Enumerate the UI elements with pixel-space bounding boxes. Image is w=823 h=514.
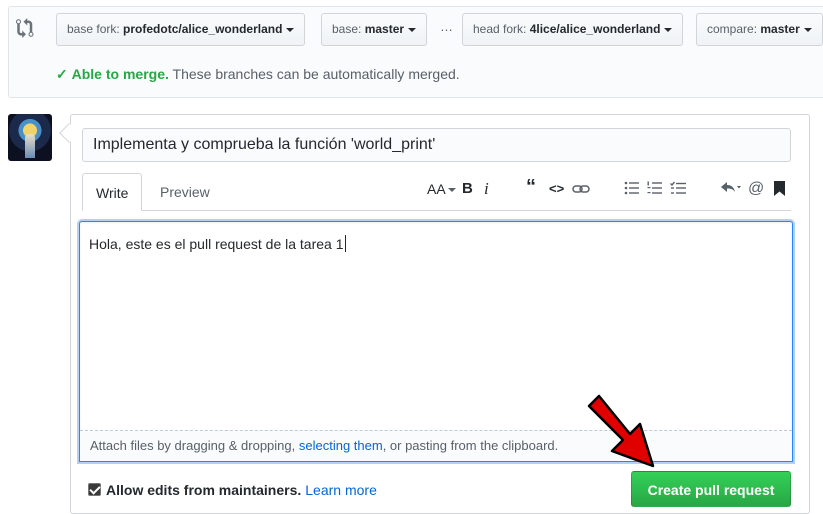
text-cursor: [344, 235, 346, 252]
pr-body-text: Hola, este es el pull request de la tare…: [89, 235, 346, 252]
bookmark-icon[interactable]: [774, 181, 785, 196]
bold-icon[interactable]: B: [462, 179, 473, 199]
create-pull-request-button[interactable]: Create pull request: [631, 471, 791, 507]
head-fork-value: 4lice/alice_wonderland: [529, 22, 661, 36]
red-arrow-annotation: [587, 394, 655, 468]
base-fork-value: profedotc/alice_wonderland: [123, 22, 283, 36]
avatar[interactable]: [8, 114, 52, 161]
base-fork-prefix: base fork:: [67, 22, 120, 36]
text-size-icon[interactable]: AA: [427, 179, 456, 199]
allow-edits-checkbox[interactable]: [88, 483, 101, 496]
ordered-list-icon[interactable]: [647, 181, 662, 195]
link-icon[interactable]: [572, 181, 590, 197]
allow-edits-row: Allow edits from maintainers. Learn more: [88, 482, 377, 498]
mention-icon[interactable]: @: [748, 179, 764, 199]
quote-icon[interactable]: “: [526, 177, 536, 197]
merge-status-text: These branches can be automatically merg…: [172, 66, 460, 82]
head-fork-prefix: head fork:: [473, 22, 527, 36]
range-ellipsis: …: [440, 19, 453, 34]
head-fork-select[interactable]: head fork: 4lice/alice_wonderland: [462, 13, 684, 46]
caret-down-icon: [664, 27, 673, 32]
task-list-icon[interactable]: [670, 181, 686, 195]
selecting-them-link[interactable]: selecting them: [299, 438, 383, 453]
italic-icon[interactable]: i: [484, 179, 489, 199]
pr-title-input[interactable]: [82, 128, 791, 162]
caret-down-icon: [803, 27, 812, 32]
attach-files-bar[interactable]: Attach files by dragging & dropping, sel…: [80, 430, 792, 461]
compare-branch-select[interactable]: compare: master: [696, 13, 823, 46]
base-fork-select[interactable]: base fork: profedotc/alice_wonderland: [56, 13, 306, 46]
tab-preview[interactable]: Preview: [147, 173, 223, 211]
merge-status: ✓ Able to merge. These branches can be a…: [56, 66, 460, 83]
caret-down-icon: [286, 27, 295, 32]
learn-more-link[interactable]: Learn more: [305, 482, 377, 498]
unordered-list-icon[interactable]: [624, 181, 639, 195]
tab-write[interactable]: Write: [82, 173, 143, 211]
allow-edits-label[interactable]: Allow edits from maintainers.: [106, 482, 301, 498]
check-icon: ✓: [56, 66, 68, 82]
base-branch-prefix: base:: [332, 22, 362, 36]
merge-status-strong: Able to merge.: [71, 66, 169, 82]
base-branch-select[interactable]: base: master: [321, 13, 428, 46]
base-branch-value: master: [364, 22, 405, 36]
attach-text-after: , or pasting from the clipboard.: [382, 438, 559, 453]
attach-text-before: Attach files by dragging & dropping,: [90, 438, 299, 453]
compare-branch-prefix: compare:: [707, 22, 758, 36]
git-compare-icon: [16, 18, 36, 38]
reply-icon[interactable]: [720, 181, 742, 195]
pr-body-textarea[interactable]: Hola, este es el pull request de la tare…: [79, 221, 793, 462]
code-icon[interactable]: <>: [549, 179, 564, 199]
caret-down-icon: [408, 27, 417, 32]
compare-branch-value: master: [760, 22, 800, 36]
